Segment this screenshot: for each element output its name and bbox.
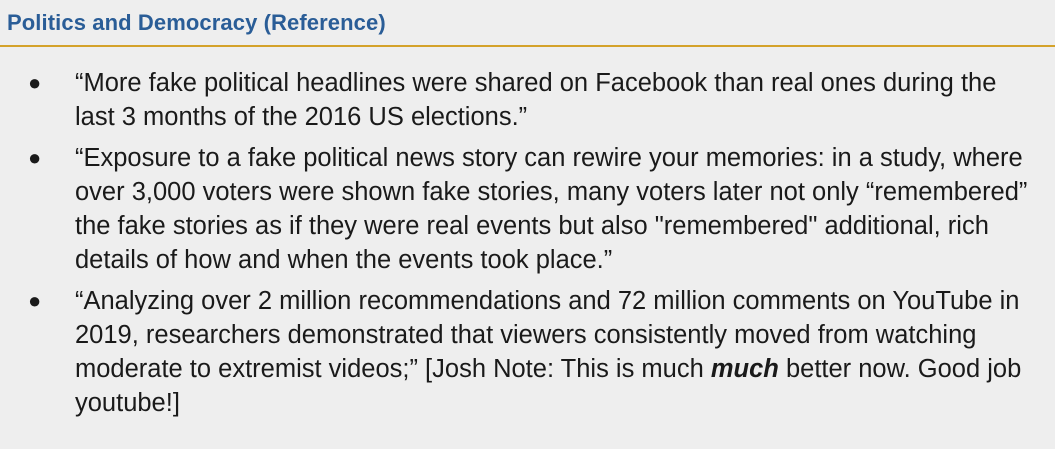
slide-header: Politics and Democracy (Reference) (0, 0, 1055, 47)
bullet-marker: ● (28, 288, 42, 313)
slide-title: Politics and Democracy (Reference) (7, 10, 386, 35)
bullet-marker: ● (28, 145, 42, 170)
bullet-text: “Exposure to a fake political news story… (75, 144, 1028, 274)
bullet-list: ● “More fake political headlines were sh… (0, 66, 1055, 427)
bullet-marker: ● (28, 70, 42, 95)
bullet-text: “More fake political headlines were shar… (75, 69, 997, 131)
bullet-item-facebook-headlines: ● “More fake political headlines were sh… (0, 66, 1055, 134)
bullet-item-youtube-recommendations: ● “Analyzing over 2 million recommendati… (0, 284, 1055, 420)
emphasized-word: much (710, 355, 779, 383)
bullet-item-fake-memories: ● “Exposure to a fake political news sto… (0, 141, 1055, 277)
